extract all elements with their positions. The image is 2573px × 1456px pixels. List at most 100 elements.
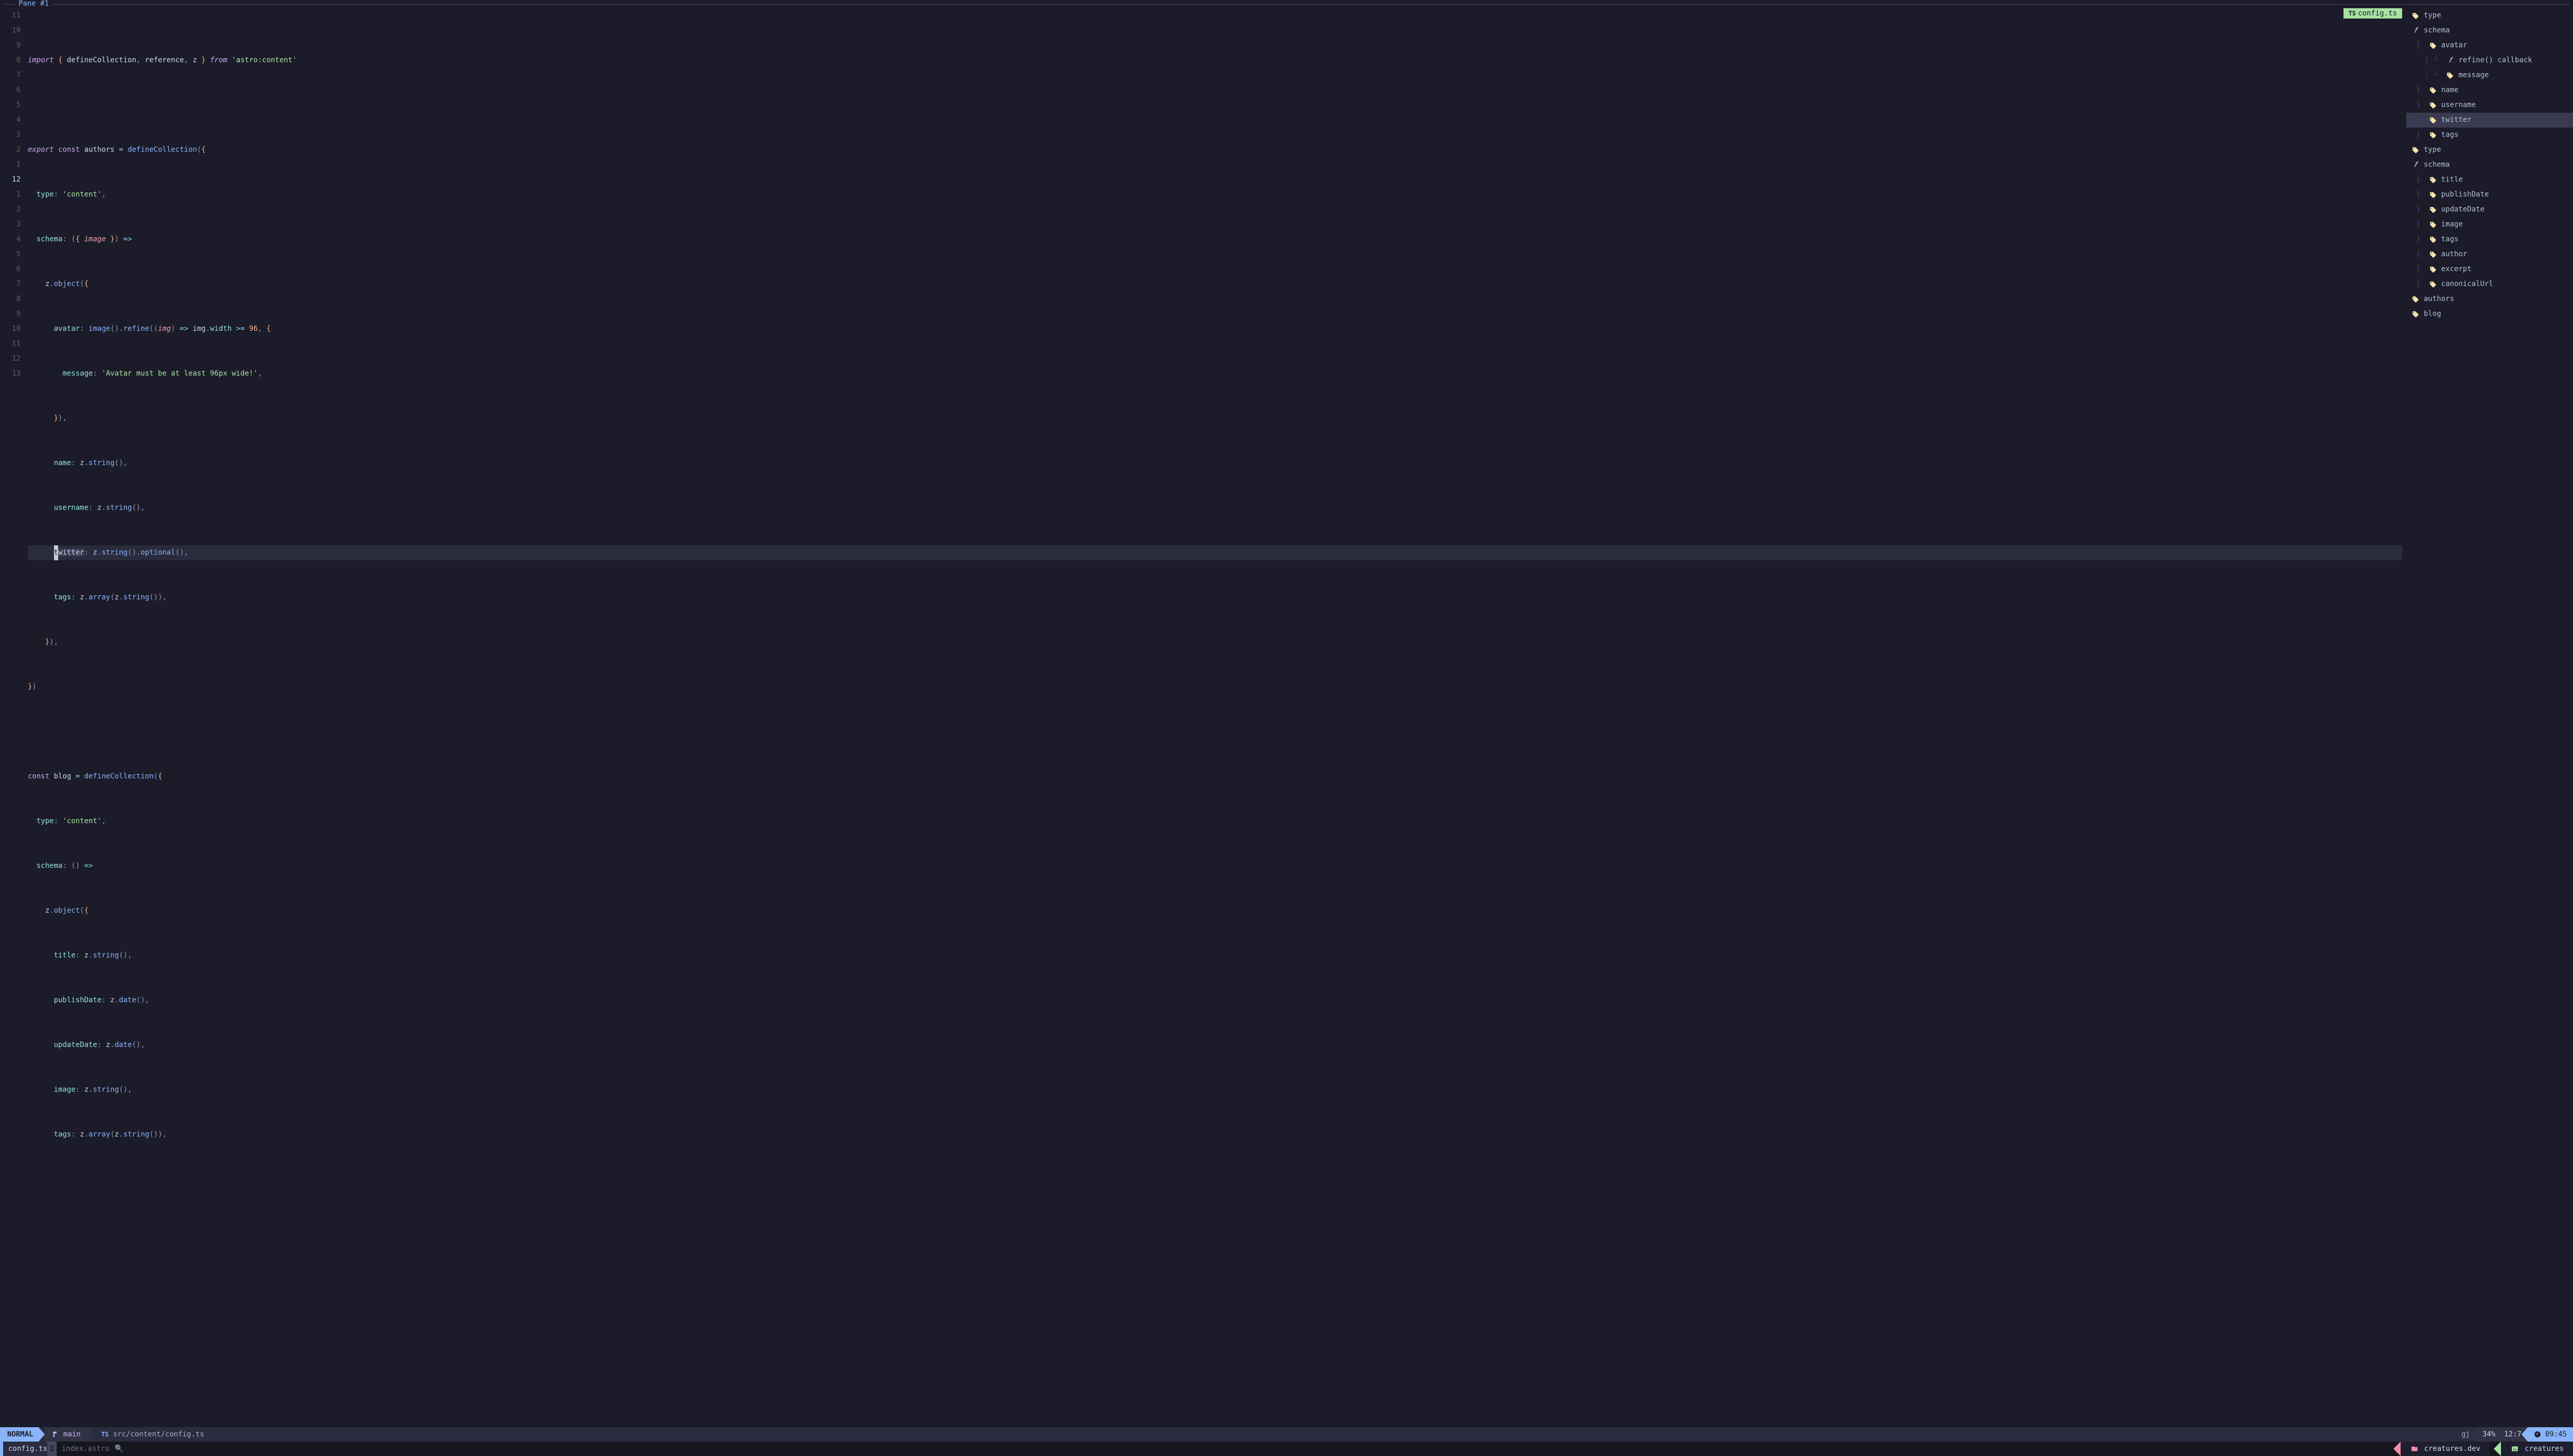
- tree-indent: ├: [2407, 98, 2425, 113]
- line-gutter: 11109876543211212345678910111213: [0, 8, 28, 1427]
- outline-item-username[interactable]: ├ username: [2406, 98, 2573, 113]
- outline-item-author[interactable]: ├ author: [2406, 247, 2573, 262]
- tab-config-ts[interactable]: 1config.ts: [0, 1442, 54, 1456]
- outline-item-schema[interactable]: 𝑓schema: [2406, 157, 2573, 172]
- outline-item-schema[interactable]: 𝑓schema: [2406, 23, 2573, 38]
- statusline: NORMAL main TS src/content/config.ts gj …: [0, 1427, 2573, 1442]
- tree-indent: ├: [2407, 187, 2425, 202]
- tag-icon: [2429, 176, 2437, 184]
- outline-label: canonicalUrl: [2441, 277, 2493, 292]
- macro-indicator: gj: [2461, 1430, 2470, 1439]
- code-line[interactable]: schema: () =>: [28, 859, 2402, 874]
- workspace-tab-creatures[interactable]: creatures: [2501, 1442, 2573, 1456]
- code-line[interactable]: export const authors = defineCollection(…: [28, 143, 2402, 157]
- code-line[interactable]: type: 'content',: [28, 187, 2402, 202]
- scroll-percent: 34% 12:7: [2476, 1427, 2528, 1442]
- file-path: TS src/content/config.ts: [94, 1427, 212, 1442]
- tree-indent: ├: [2407, 262, 2425, 277]
- code-line[interactable]: message: 'Avatar must be at least 96px w…: [28, 366, 2402, 381]
- outline-item-message[interactable]: │ └ message: [2406, 68, 2573, 83]
- function-icon: 𝑓: [2446, 57, 2454, 65]
- outline-label: schema: [2424, 23, 2450, 38]
- code-line[interactable]: z.object({: [28, 903, 2402, 918]
- outline-label: avatar: [2441, 38, 2468, 53]
- branch-label: main: [63, 1430, 81, 1439]
- tree-indent: ├: [2407, 83, 2425, 98]
- code-line[interactable]: [28, 724, 2402, 739]
- code-line[interactable]: const blog = defineCollection({: [28, 769, 2402, 784]
- tab-index-astro[interactable]: 2index.astro 🔍: [54, 1442, 130, 1456]
- mode-indicator: NORMAL: [0, 1427, 39, 1442]
- outline-label: type: [2424, 143, 2441, 157]
- outline-item-image[interactable]: ├ image: [2406, 217, 2573, 232]
- function-icon: 𝑓: [2411, 27, 2420, 35]
- tag-icon: [2411, 12, 2420, 20]
- outline-panel[interactable]: type𝑓schema ├ avatar │ └ 𝑓refine() callb…: [2402, 8, 2573, 1427]
- outline-item-canonicalUrl[interactable]: ├ canonicalUrl: [2406, 277, 2573, 292]
- outline-item-title[interactable]: ├ title: [2406, 172, 2573, 187]
- workspace-tab-creatures-dev[interactable]: creatures.dev: [2401, 1442, 2490, 1456]
- tab-bar[interactable]: 1config.ts2index.astro 🔍 creatures.dev cre…: [0, 1442, 2573, 1456]
- cursor: t: [54, 545, 58, 560]
- tab-number: 2: [47, 1442, 57, 1456]
- tag-icon: [2429, 236, 2437, 244]
- code-line[interactable]: name: z.string(),: [28, 456, 2402, 471]
- code-line[interactable]: import { defineCollection, reference, z …: [28, 53, 2402, 68]
- code-line[interactable]: title: z.string(),: [28, 948, 2402, 963]
- git-branch[interactable]: main: [45, 1427, 88, 1442]
- tree-indent: │ └: [2407, 53, 2442, 68]
- code-line[interactable]: tags: z.array(z.string()),: [28, 1127, 2402, 1142]
- outline-item-name[interactable]: ├ name: [2406, 83, 2573, 98]
- outline-item-refine-callback[interactable]: │ └ 𝑓refine() callback: [2406, 53, 2573, 68]
- outline-item-twitter[interactable]: ├ twitter: [2406, 113, 2573, 128]
- lang-badge: TS: [101, 1431, 109, 1438]
- outline-item-blog[interactable]: blog: [2406, 307, 2573, 322]
- code-line[interactable]: avatar: image().refine((img) => img.widt…: [28, 322, 2402, 336]
- tree-indent: ├: [2407, 172, 2425, 187]
- outline-item-tags[interactable]: ├ tags: [2406, 232, 2573, 247]
- tree-indent: ├: [2407, 113, 2425, 128]
- outline-item-excerpt[interactable]: ├ excerpt: [2406, 262, 2573, 277]
- code-line[interactable]: }),: [28, 635, 2402, 650]
- code-line[interactable]: image: z.string(),: [28, 1082, 2402, 1097]
- outline-item-avatar[interactable]: ├ avatar: [2406, 38, 2573, 53]
- outline-item-type[interactable]: type: [2406, 8, 2573, 23]
- code-line[interactable]: username: z.string(),: [28, 501, 2402, 516]
- outline-label: name: [2441, 83, 2459, 98]
- outline-item-updateDate[interactable]: ├ updateDate: [2406, 202, 2573, 217]
- outline-label: tags: [2441, 128, 2459, 143]
- outline-label: image: [2441, 217, 2463, 232]
- code-line[interactable]: tags: z.array(z.string()),: [28, 590, 2402, 605]
- outline-item-tags[interactable]: ├ tags: [2406, 128, 2573, 143]
- code-line[interactable]: z.object({: [28, 277, 2402, 292]
- filename-badge: TS config.ts: [2343, 8, 2402, 19]
- outline-label: username: [2441, 98, 2476, 113]
- code-line[interactable]: publishDate: z.date(),: [28, 993, 2402, 1008]
- clock: 09:45: [2528, 1427, 2573, 1442]
- outline-item-publishDate[interactable]: ├ publishDate: [2406, 187, 2573, 202]
- tag-icon: [2429, 206, 2437, 214]
- outline-item-type[interactable]: type: [2406, 143, 2573, 157]
- code-line-current[interactable]: twitter: z.string().optional(),: [28, 545, 2402, 560]
- code-area[interactable]: import { defineCollection, reference, z …: [28, 8, 2402, 1427]
- code-line[interactable]: updateDate: z.date(),: [28, 1038, 2402, 1053]
- pane-title: Pane #1: [15, 0, 52, 8]
- terminal-icon: [2510, 1444, 2519, 1453]
- code-line[interactable]: [28, 98, 2402, 113]
- outline-label: message: [2458, 68, 2489, 83]
- code-line[interactable]: }): [28, 680, 2402, 695]
- code-line[interactable]: }),: [28, 411, 2402, 426]
- tag-icon: [2411, 310, 2420, 318]
- outline-label: updateDate: [2441, 202, 2484, 217]
- tree-indent: ├: [2407, 247, 2425, 262]
- code-line[interactable]: schema: ({ image }) =>: [28, 232, 2402, 247]
- outline-item-authors[interactable]: authors: [2406, 292, 2573, 307]
- editor-pane[interactable]: 11109876543211212345678910111213 import …: [0, 8, 2402, 1427]
- workspace-label: creatures.dev: [2424, 1445, 2481, 1453]
- code-line[interactable]: type: 'content',: [28, 814, 2402, 829]
- outline-label: tags: [2441, 232, 2459, 247]
- tab-number: 1: [0, 1442, 3, 1456]
- tag-icon: [2429, 221, 2437, 229]
- tag-icon: [2429, 251, 2437, 259]
- file-path-label: src/content/config.ts: [113, 1430, 204, 1439]
